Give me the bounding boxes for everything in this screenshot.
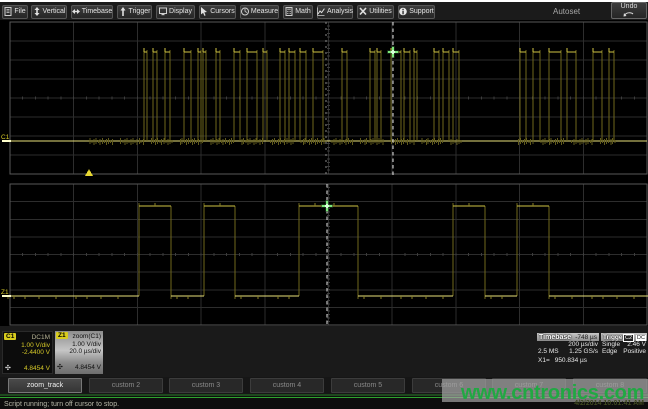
svg-text:C1: C1 xyxy=(1,134,10,141)
svg-text:Z1: Z1 xyxy=(1,289,9,296)
